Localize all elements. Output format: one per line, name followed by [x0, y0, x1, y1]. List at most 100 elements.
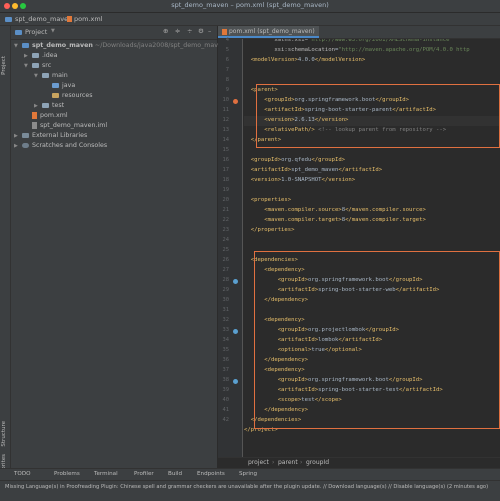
tree-item-project-root[interactable]: ▼ spt_demo_maven ~/Downloads/java2008/spt… [14, 41, 226, 51]
highlight-box-dependencies [254, 251, 500, 429]
expand-icon[interactable]: ÷ [187, 27, 192, 35]
line-number: 34 [222, 337, 230, 343]
line-number: 15 [222, 147, 230, 153]
status-bar: Missing Language(s) in Proofreading Plug… [0, 480, 500, 501]
tab-problems[interactable]: Problems [54, 471, 80, 477]
code-line: <properties> [250, 197, 292, 203]
code-line: <artifactId>spt_demo_maven</artifactId> [250, 167, 383, 173]
line-number: 25 [222, 247, 230, 253]
code-line: <groupId>org.qfedu</groupId> [250, 157, 346, 163]
line-number: 22 [222, 217, 230, 223]
tab-build[interactable]: Build [168, 471, 182, 477]
chevron-down-icon[interactable]: ▼ [14, 41, 22, 51]
gear-icon[interactable]: ⚙ [198, 27, 204, 35]
code-content[interactable]: xmlns:xsi="http://www.w3.org/2001/XMLSch… [244, 39, 500, 468]
tree-item-src[interactable]: ▼ src [24, 61, 51, 71]
structure-tool-tab[interactable]: Structure [1, 421, 7, 447]
window-title: spt_demo_maven – pom.xml (spt_demo_maven… [171, 1, 329, 9]
title-bar: spt_demo_maven – pom.xml (spt_demo_maven… [0, 0, 500, 13]
line-number: 12 [222, 117, 230, 123]
nav-file[interactable]: pom.xml [67, 15, 103, 23]
code-line: xmlns:xsi="http://www.w3.org/2001/XMLSch… [274, 39, 453, 43]
tree-item-label: External Libraries [32, 132, 88, 139]
line-number: 28 [222, 277, 230, 283]
tab-profiler[interactable]: Profiler [134, 471, 154, 477]
chevron-right-icon[interactable]: ▶ [34, 101, 42, 111]
dependency-gutter-icon[interactable] [233, 329, 238, 334]
line-number: 17 [222, 167, 230, 173]
hide-panel-icon[interactable]: – [208, 27, 211, 35]
line-number: 20 [222, 197, 230, 203]
line-number: 24 [222, 237, 230, 243]
collapse-icon[interactable]: ≑ [175, 27, 180, 35]
dependency-gutter-icon[interactable] [233, 379, 238, 384]
line-number: 13 [222, 127, 230, 133]
line-number: 35 [222, 347, 230, 353]
source-folder-icon [52, 82, 59, 88]
chevron-down-icon[interactable]: ▼ [34, 71, 42, 81]
tree-item-external-libraries[interactable]: ▶ External Libraries [14, 131, 87, 141]
line-number: 30 [222, 297, 230, 303]
breadcrumb-project[interactable]: project [248, 459, 269, 466]
tab-spring[interactable]: Spring [239, 471, 257, 477]
folder-icon [32, 62, 39, 68]
project-tool-tab[interactable]: Project [1, 56, 7, 75]
chevron-down-icon[interactable]: ▼ [51, 28, 55, 34]
dependency-gutter-icon[interactable] [233, 279, 238, 284]
breadcrumb-groupid[interactable]: groupId [306, 459, 329, 466]
tree-item-scratches[interactable]: ▶ Scratches and Consoles [14, 141, 107, 151]
breadcrumb-parent[interactable]: parent [278, 459, 298, 466]
chevron-right-icon[interactable]: ▶ [14, 131, 22, 141]
locate-icon[interactable]: ⊕ [163, 27, 168, 35]
maven-icon [32, 111, 37, 119]
tree-item-resources[interactable]: resources [52, 91, 93, 101]
folder-icon [22, 42, 29, 48]
line-number: 33 [222, 327, 230, 333]
project-panel-title[interactable]: Project [25, 28, 47, 36]
tree-item-java[interactable]: java [52, 81, 75, 91]
line-number: 11 [222, 107, 230, 113]
line-number: 18 [222, 177, 230, 183]
status-message[interactable]: Missing Language(s) in Proofreading Plug… [5, 484, 488, 490]
project-panel: Project ▼ ⊕ ≑ ÷ ⚙ – ▼ spt_demo_maven ~/Do… [11, 26, 226, 468]
tab-endpoints[interactable]: Endpoints [197, 471, 225, 477]
tree-item-label: src [42, 62, 52, 69]
chevron-down-icon[interactable]: ▼ [24, 61, 32, 71]
line-number: 26 [222, 257, 230, 263]
code-line: </properties> [250, 227, 295, 233]
left-tool-strip: Project Structure Favorites [0, 26, 11, 479]
code-line: <maven.compiler.target>8</maven.compiler… [264, 217, 426, 223]
breadcrumb-separator: › [300, 459, 303, 466]
navigation-bar: spt_demo_maven › pom.xml [0, 13, 500, 26]
library-icon [22, 132, 29, 138]
line-number: 19 [222, 187, 230, 193]
tree-item-label: main [52, 72, 68, 79]
line-number: 10 [222, 97, 230, 103]
tree-item-pom[interactable]: pom.xml [32, 111, 68, 121]
chevron-right-icon[interactable]: ▶ [14, 141, 22, 151]
code-line: <modelVersion>4.0.0</modelVersion> [250, 57, 366, 63]
folder-icon [32, 52, 39, 58]
line-number: 5 [225, 47, 229, 53]
chevron-right-icon[interactable]: ▶ [24, 51, 32, 61]
line-number: 23 [222, 227, 230, 233]
folder-icon [42, 102, 49, 108]
line-number: 42 [222, 417, 230, 423]
tree-item-main[interactable]: ▼ main [34, 71, 68, 81]
tree-item-idea[interactable]: ▶ .idea [24, 51, 57, 61]
tree-item-label: pom.xml [40, 112, 68, 119]
line-number: 16 [222, 157, 230, 163]
iml-file-icon [32, 121, 37, 129]
tab-todo[interactable]: TODO [14, 471, 31, 477]
maven-parent-gutter-icon[interactable] [233, 99, 238, 104]
tree-item-iml[interactable]: spt_demo_maven.iml [32, 121, 107, 131]
tree-item-test[interactable]: ▶ test [34, 101, 64, 111]
tab-terminal[interactable]: Terminal [94, 471, 118, 477]
bottom-tool-tabs: TODO Problems Terminal Profiler Build En… [0, 468, 500, 480]
line-number: 4 [225, 37, 229, 43]
tree-item-label: test [52, 102, 65, 109]
tab-pom-xml[interactable]: pom.xml (spt_demo_maven) [218, 26, 319, 38]
line-number: 32 [222, 317, 230, 323]
code-line: <maven.compiler.source>8</maven.compiler… [264, 207, 426, 213]
project-panel-header: Project ▼ ⊕ ≑ ÷ ⚙ – [11, 26, 217, 40]
